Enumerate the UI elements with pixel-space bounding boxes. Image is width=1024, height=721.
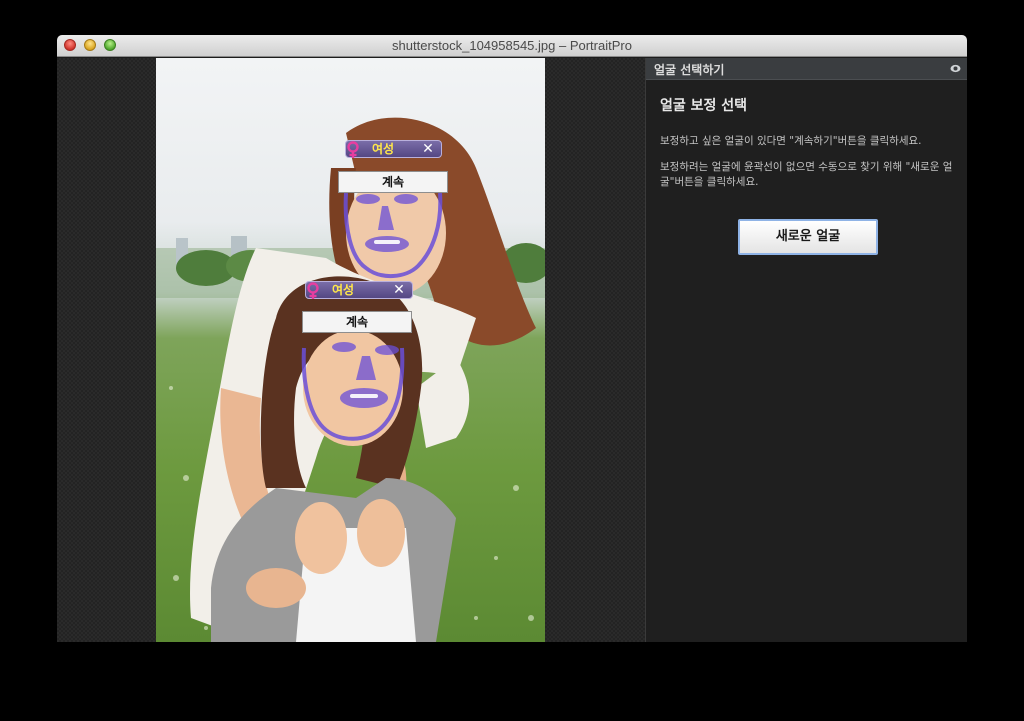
window-title: shutterstock_104958545.jpg – PortraitPro [392, 38, 632, 53]
portrait-photo: 여성 ✕ 계속 여성 ✕ 계속 [156, 58, 545, 642]
continue-button-face-2[interactable]: 계속 [302, 311, 412, 333]
gender-label[interactable]: 여성 [372, 141, 394, 157]
panel-header-title: 얼굴 선택하기 [654, 63, 725, 77]
side-panel: 얼굴 선택하기 얼굴 보정 선택 보정하고 싶은 얼굴이 있다면 "계속하기"버… [645, 58, 967, 642]
gender-label[interactable]: 여성 [332, 282, 354, 298]
face-tag-1: 여성 ✕ [345, 140, 442, 158]
eye-icon[interactable] [950, 63, 961, 74]
remove-face-button[interactable]: ✕ [392, 282, 406, 298]
app-window: shutterstock_104958545.jpg – PortraitPro [57, 35, 967, 642]
female-icon [307, 282, 319, 299]
continue-button-face-1[interactable]: 계속 [338, 171, 448, 193]
instruction-new-face: 보정하려는 얼굴에 윤곽선이 없으면 수동으로 찾기 위해 "새로운 얼굴"버튼… [660, 161, 953, 188]
face-tag-2: 여성 ✕ [305, 281, 413, 299]
new-face-button[interactable]: 새로운 얼굴 [738, 219, 878, 255]
panel-header: 얼굴 선택하기 [646, 58, 967, 80]
image-canvas: 여성 ✕ 계속 여성 ✕ 계속 [57, 58, 645, 642]
title-bar: shutterstock_104958545.jpg – PortraitPro [57, 35, 967, 57]
instruction-continue: 보정하고 싶은 얼굴이 있다면 "계속하기"버튼을 클릭하세요. [660, 135, 922, 147]
section-title: 얼굴 보정 선택 [660, 98, 748, 114]
female-icon [347, 141, 359, 158]
remove-face-button[interactable]: ✕ [421, 141, 435, 157]
